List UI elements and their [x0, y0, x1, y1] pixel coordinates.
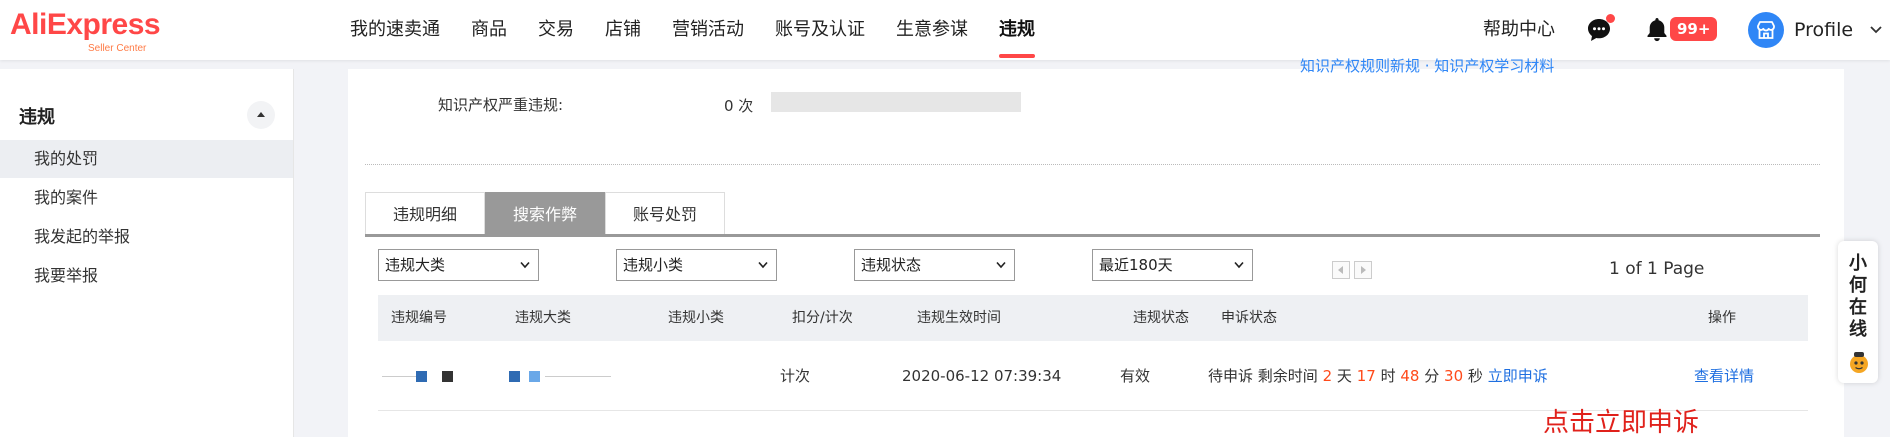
countdown-seconds: 30: [1444, 367, 1464, 385]
nav-account[interactable]: 账号及认证: [775, 0, 865, 60]
mascot-icon: [1850, 352, 1868, 373]
ip-violation-bar: [771, 92, 1021, 112]
tab-account-penalty[interactable]: 账号处罚: [605, 192, 726, 236]
date-range-select[interactable]: 最近180天: [1092, 249, 1253, 281]
nav-business-advisor[interactable]: 生意参谋: [896, 0, 968, 60]
sidebar-item-my-penalties[interactable]: 我的处罚: [0, 140, 293, 178]
appeal-prefix: 待申诉 剩余时间: [1208, 367, 1318, 385]
nav-my-aliexpress[interactable]: 我的速卖通: [350, 0, 440, 60]
violation-subcategory-select[interactable]: 违规小类: [616, 249, 777, 281]
profile-menu[interactable]: Profile: [1794, 0, 1853, 60]
masked-violation-category: [503, 368, 613, 382]
cell-effective-time: 2020-06-12 07:39:34: [902, 367, 1062, 385]
next-page-button[interactable]: [1354, 261, 1372, 279]
prev-page-button[interactable]: [1332, 261, 1350, 279]
nav-store[interactable]: 店铺: [605, 0, 641, 60]
ip-violation-label: 知识产权严重违规:: [438, 96, 564, 114]
cell-status: 有效: [1120, 367, 1151, 385]
tab-bar: 违规明细 搜索作弊 账号处罚: [365, 192, 726, 236]
select-value: 违规状态: [861, 256, 922, 274]
chevron-down-icon: [996, 261, 1006, 269]
cell-points: 计次: [780, 367, 811, 385]
table-header: 违规编号 违规大类 违规小类 扣分/计次 违规生效时间 违规状态 申诉状态 操作: [378, 295, 1808, 341]
masked-violation-id: [382, 368, 462, 382]
col-appeal-status: 申诉状态: [1221, 310, 1277, 326]
sidebar: 违规 我的处罚 我的案件 我发起的举报 我要举报: [0, 69, 294, 437]
tab-search-cheating[interactable]: 搜索作弊: [485, 192, 606, 236]
sidebar-item-my-reports[interactable]: 我发起的举报: [0, 218, 293, 256]
countdown-hours: 17: [1356, 367, 1376, 385]
countdown-days: 2: [1322, 367, 1333, 385]
violation-status-select[interactable]: 违规状态: [854, 249, 1015, 281]
collapse-toggle-icon[interactable]: [247, 101, 275, 129]
col-effective-time: 违规生效时间: [917, 310, 1001, 326]
chevron-down-icon: [758, 261, 768, 269]
select-value: 违规小类: [623, 256, 684, 274]
chat-unread-dot: [1606, 14, 1615, 23]
nav-products[interactable]: 商品: [471, 0, 507, 60]
top-header: AliExpress Seller Center 我的速卖通 商品 交易 店铺 …: [0, 0, 1890, 60]
online-help-widget[interactable]: 小 何 在 线: [1838, 241, 1878, 383]
sidebar-item-file-report[interactable]: 我要举报: [0, 257, 293, 295]
annotation-click-appeal: 点击立即申诉: [1543, 408, 1700, 437]
logo-brand: AliExpress: [10, 8, 161, 41]
appeal-now-link[interactable]: 立即申诉: [1488, 367, 1548, 385]
col-violation-subcategory: 违规小类: [668, 310, 724, 326]
col-violation-id: 违规编号: [391, 310, 447, 326]
hours-unit: 时: [1380, 367, 1396, 385]
store-icon: [1757, 21, 1775, 39]
nav-marketing[interactable]: 营销活动: [672, 0, 744, 60]
nav-violations[interactable]: 违规: [999, 0, 1035, 60]
select-value: 违规大类: [385, 256, 446, 274]
select-value: 最近180天: [1099, 256, 1173, 274]
help-center-link[interactable]: 帮助中心: [1483, 0, 1555, 60]
nav-orders[interactable]: 交易: [538, 0, 574, 60]
online-help-label: 小 何 在 线: [1849, 253, 1867, 340]
col-violation-category: 违规大类: [515, 310, 571, 326]
main-panel: 知识产权规则新规 · 知识产权学习材料 知识产权严重违规: 0 次 违规明细 搜…: [348, 57, 1844, 437]
bell-icon[interactable]: [1645, 16, 1669, 42]
col-points: 扣分/计次: [792, 310, 853, 326]
sidebar-item-my-cases[interactable]: 我的案件: [0, 179, 293, 217]
cell-appeal-status: 待申诉 剩余时间 2 天 17 时 48 分 30 秒 立即申诉: [1208, 341, 1548, 411]
store-avatar-icon[interactable]: [1748, 12, 1784, 48]
logo-subtitle: Seller Center: [88, 43, 147, 54]
ip-docs-links[interactable]: 知识产权规则新规 · 知识产权学习材料: [1300, 55, 1554, 76]
table-row: 计次 2020-06-12 07:39:34 有效 待申诉 剩余时间 2 天 1…: [378, 341, 1808, 411]
chevron-down-icon: [520, 261, 530, 269]
section-divider: [365, 164, 1820, 165]
tab-underline: [365, 234, 1820, 237]
page-info: 1 of 1 Page: [1609, 259, 1705, 279]
chevron-down-icon[interactable]: [1870, 25, 1882, 35]
main-nav: 我的速卖通 商品 交易 店铺 营销活动 账号及认证 生意参谋 违规: [350, 0, 1066, 60]
chevron-down-icon: [1234, 261, 1244, 269]
seconds-unit: 秒: [1467, 367, 1483, 385]
notification-badge: 99+: [1670, 17, 1718, 41]
minutes-unit: 分: [1424, 367, 1440, 385]
col-status: 违规状态: [1133, 310, 1189, 326]
tab-violation-details[interactable]: 违规明细: [365, 192, 486, 236]
violation-category-select[interactable]: 违规大类: [378, 249, 539, 281]
col-actions: 操作: [1708, 310, 1736, 326]
sidebar-title: 违规: [19, 107, 55, 128]
aliexpress-logo[interactable]: AliExpress Seller Center: [10, 8, 161, 55]
ip-violation-count: 0 次: [724, 97, 754, 115]
view-details-link[interactable]: 查看详情: [1694, 341, 1754, 411]
countdown-minutes: 48: [1400, 367, 1420, 385]
days-unit: 天: [1336, 367, 1352, 385]
